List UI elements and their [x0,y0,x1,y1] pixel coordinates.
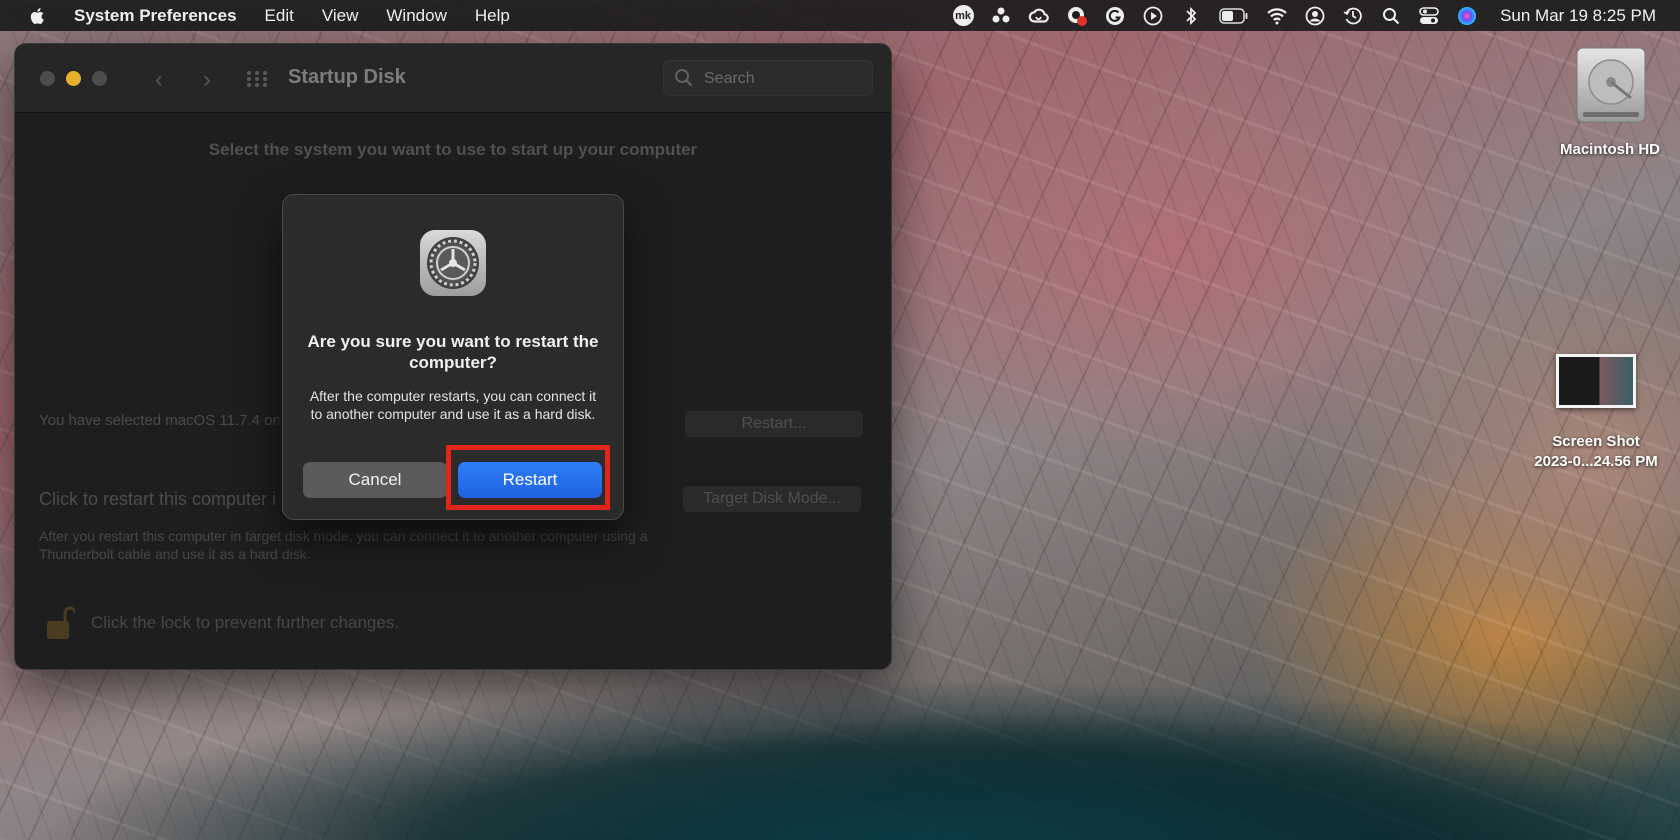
close-button[interactable] [40,71,55,86]
target-disk-description: After you restart this computer in targe… [39,528,648,562]
lock-status-text: Click the lock to prevent further change… [91,613,400,632]
time-machine-icon[interactable] [1342,5,1364,27]
menu-app-name[interactable]: System Preferences [74,6,237,26]
search-icon[interactable] [1380,5,1402,27]
recorder-icon[interactable] [1066,5,1088,27]
apple-menu-icon[interactable] [28,6,48,26]
cancel-button[interactable]: Cancel [303,462,447,498]
menu-help[interactable]: Help [475,6,510,26]
dialog-message: After the computer restarts, you can con… [309,388,597,422]
back-arrow-icon[interactable]: ‹ [155,66,163,94]
mk-icon-label: mk [952,5,974,26]
menu-view[interactable]: View [322,6,359,26]
dialog-title: Are you sure you want to restart the com… [307,332,599,372]
screenshot-file-label[interactable]: Screen Shot 2023-0...24.56 PM [1516,432,1676,472]
zoom-button[interactable] [92,71,107,86]
startup-disk-window: ‹ › Startup Disk Select the system you w… [14,43,892,670]
target-disk-label: Click to restart this computer i [39,489,277,509]
magnifier-icon [675,69,693,87]
screenshot-label-line1: Screen Shot [1552,433,1640,450]
menu-bar: System Preferences Edit View Window Help… [0,0,1680,31]
select-system-prompt: Select the system you want to use to sta… [208,140,698,159]
control-center-icon[interactable] [1418,5,1440,27]
bluetooth-icon[interactable] [1180,5,1202,27]
menu-edit[interactable]: Edit [265,6,294,26]
grammarly-icon[interactable] [1104,5,1126,27]
wifi-icon[interactable] [1266,5,1288,27]
creative-cloud-icon[interactable] [1028,5,1050,27]
screenshot-thumbnail[interactable] [1556,354,1636,408]
restart-button[interactable]: Restart... [685,411,863,437]
people-icon[interactable] [990,5,1012,27]
status-area: mk Sun Mar 19 8:25 PM [944,0,1680,31]
search-field[interactable] [663,60,873,96]
unlocked-lock-icon[interactable] [45,603,75,643]
window-titlebar: ‹ › Startup Disk [15,44,891,113]
wallpaper-water [0,640,1680,840]
selected-system-text: You have selected macOS 11.7.4 on [39,412,279,429]
show-all-grid-icon[interactable] [246,70,268,88]
siri-icon[interactable] [1456,5,1478,27]
battery-icon[interactable] [1218,5,1250,27]
forward-arrow-icon[interactable]: › [203,66,211,94]
menu-window[interactable]: Window [386,6,446,26]
search-input[interactable] [702,66,866,92]
window-title: Startup Disk [288,66,406,88]
system-preferences-gear-icon [420,230,486,296]
play-icon[interactable] [1142,5,1164,27]
mk-icon[interactable]: mk [952,5,974,27]
hard-drive-icon[interactable] [1573,46,1649,128]
target-disk-mode-button[interactable]: Target Disk Mode... [683,486,861,512]
menu-clock[interactable]: Sun Mar 19 8:25 PM [1500,6,1656,26]
confirm-restart-button[interactable]: Restart [458,462,602,498]
user-icon[interactable] [1304,5,1326,27]
macintosh-hd-label[interactable]: Macintosh HD [1540,141,1680,158]
minimize-button[interactable] [66,71,81,86]
screenshot-label-line2: 2023-0...24.56 PM [1534,453,1658,470]
restart-confirm-dialog: Are you sure you want to restart the com… [282,194,624,520]
